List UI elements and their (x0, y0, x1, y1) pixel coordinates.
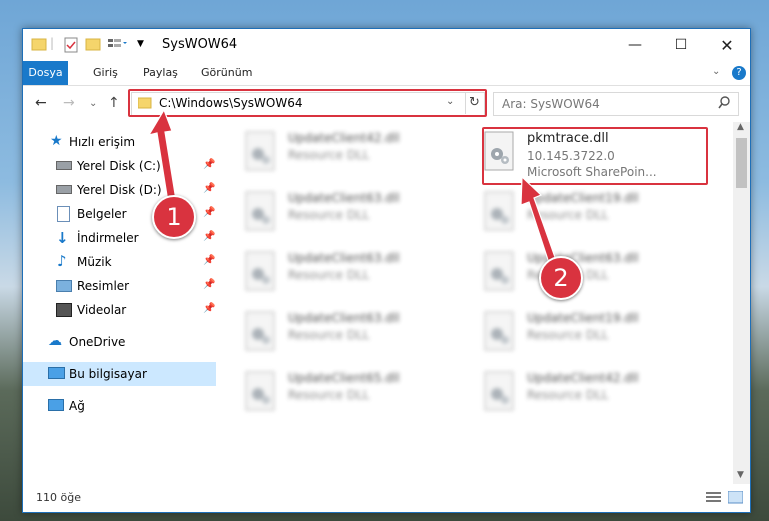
annotation-arrows (147, 108, 557, 264)
arrow-1 (147, 108, 177, 203)
callout-2: 2 (539, 256, 583, 300)
callout-1: 1 (152, 195, 196, 239)
arrow-2 (520, 175, 557, 264)
